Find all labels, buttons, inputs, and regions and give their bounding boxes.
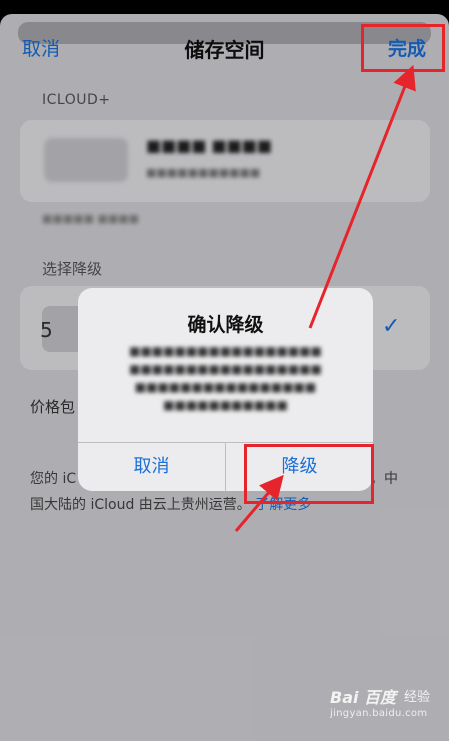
watermark-url: jingyan.baidu.com [330,708,428,719]
alert-cancel-button[interactable]: 取消 [78,443,225,491]
watermark-text: 经验 [404,690,431,705]
alert-title: 确认降级 [187,314,264,336]
baidu-watermark: Bai 百度 经验 jingyan.baidu.com [330,684,444,732]
highlight-box-downgrade [244,444,374,504]
screen: 取消 储存空间 完成 ICLOUD+ ■■■■ ■■■■ ■■■■■■■■■■■… [0,0,449,741]
highlight-box-done [361,24,445,72]
baidu-logo: Bai 百度 [330,688,397,707]
alert-message-blurred: ■■■■■■■■■■■■■■■■■ ■■■■■■■■■■■■■■■■■ ■■■■… [129,344,322,412]
